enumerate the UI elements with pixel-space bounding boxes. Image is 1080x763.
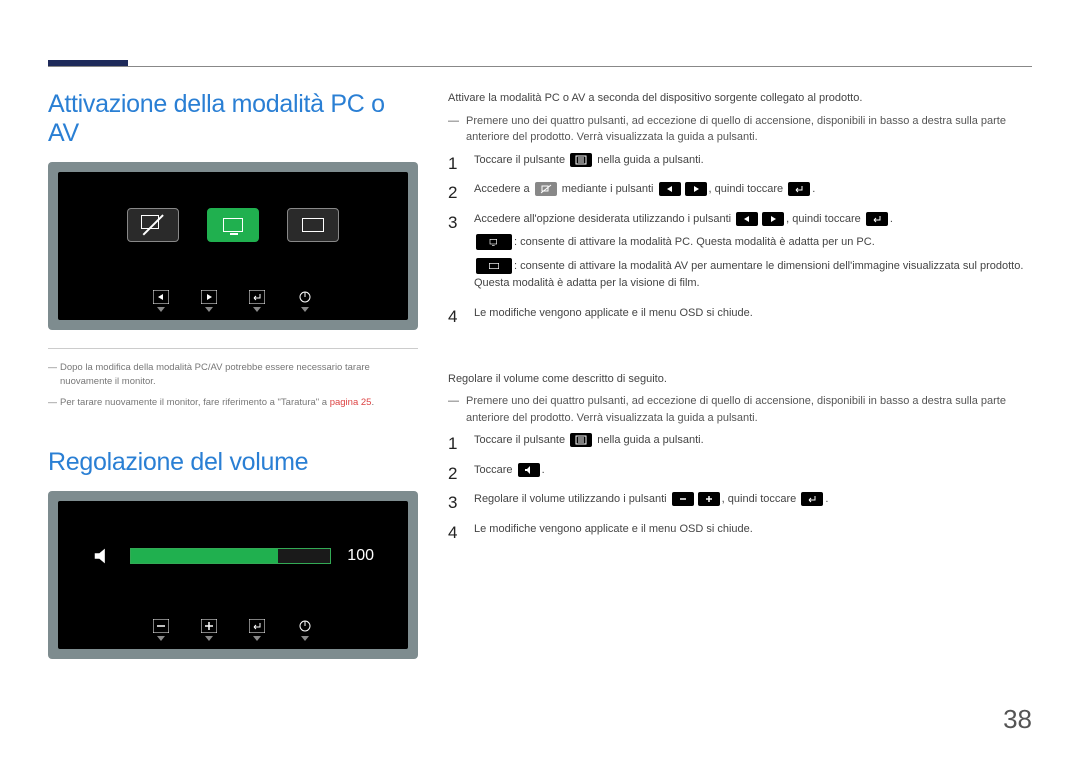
pcav-disabled-icon (127, 208, 179, 242)
osd-power-button (296, 619, 314, 641)
menu-icon (570, 153, 592, 167)
step-3: Regolare il volume utilizzando i pulsant… (448, 491, 1032, 509)
osd-minus-button (152, 619, 170, 641)
osd-enter-button (248, 619, 266, 641)
osd-left-button (152, 290, 170, 312)
section2-title: Regolazione del volume (48, 448, 418, 477)
pcav-monitor-illustration (48, 162, 418, 330)
osd-power-button (296, 290, 314, 312)
section1-dashnote: Premere uno dei quattro pulsanti, ad ecc… (448, 113, 1032, 146)
osd-right-button (200, 290, 218, 312)
plus-icon (698, 492, 720, 506)
menu-icon (570, 433, 592, 447)
right-arrow-icon (685, 182, 707, 196)
pc-mode-icon (476, 234, 512, 250)
left-arrow-icon (736, 212, 758, 226)
pcav-slash-icon (535, 182, 557, 196)
enter-icon (788, 182, 810, 196)
step-1: Toccare il pulsante nella guida a pulsan… (448, 152, 1032, 170)
header-rule (48, 66, 1032, 67)
section1-title: Attivazione della modalità PC o AV (48, 90, 418, 148)
volume-monitor-illustration: 100 (48, 491, 418, 659)
section2-dashnote: Premere uno dei quattro pulsanti, ad ecc… (448, 393, 1032, 426)
osd-enter-button (248, 290, 266, 312)
step-1: Toccare il pulsante nella guida a pulsan… (448, 432, 1032, 450)
volume-value: 100 (347, 547, 374, 565)
enter-icon (866, 212, 888, 226)
volume-bar (130, 548, 331, 564)
section2-intro: Regolare il volume come descritto di seg… (448, 371, 1032, 388)
left-arrow-icon (659, 182, 681, 196)
speaker-icon (92, 545, 114, 567)
footnote-1: Dopo la modifica della modalità PC/AV po… (48, 361, 418, 390)
right-arrow-icon (762, 212, 784, 226)
section1-intro: Attivare la modalità PC o AV a seconda d… (448, 90, 1032, 107)
divider (48, 348, 418, 349)
page-link[interactable]: pagina 25 (330, 397, 372, 408)
step-4: Le modifiche vengono applicate e il menu… (448, 305, 1032, 323)
enter-icon (801, 492, 823, 506)
footnote-2: Per tarare nuovamente il monitor, fare r… (48, 396, 418, 410)
osd-plus-button (200, 619, 218, 641)
step-4: Le modifiche vengono applicate e il menu… (448, 521, 1032, 539)
speaker-icon (518, 463, 540, 477)
minus-icon (672, 492, 694, 506)
pc-mode-selected-icon (207, 208, 259, 242)
page-number: 38 (1003, 704, 1032, 735)
step-3: Accedere all'opzione desiderata utilizza… (448, 211, 1032, 293)
step-2: Toccare . (448, 462, 1032, 480)
av-mode-icon (287, 208, 339, 242)
av-mode-icon (476, 258, 512, 274)
section2-steps: Toccare il pulsante nella guida a pulsan… (448, 432, 1032, 538)
section1-steps: Toccare il pulsante nella guida a pulsan… (448, 152, 1032, 323)
step-2: Accedere a mediante i pulsanti , quindi … (448, 181, 1032, 199)
